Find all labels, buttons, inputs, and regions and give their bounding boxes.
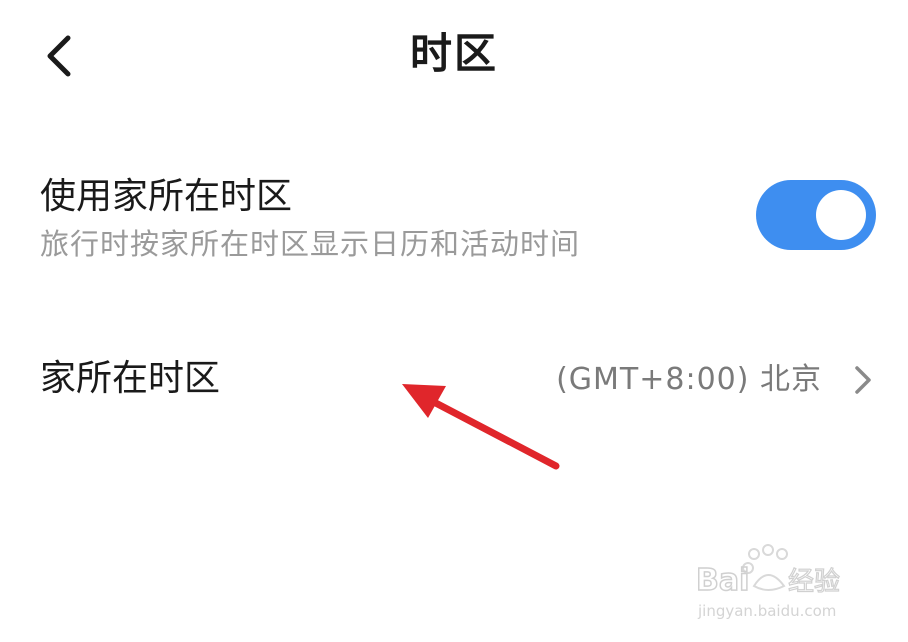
timezone-settings-page: 时区 使用家所在时区 旅行时按家所在时区显示日历和活动时间 家所在时区 (GMT…	[0, 0, 908, 642]
home-timezone-title: 家所在时区	[40, 358, 221, 399]
watermark-url: jingyan.baidu.com	[697, 602, 836, 620]
use-home-timezone-title: 使用家所在时区	[40, 176, 293, 217]
use-home-timezone-row: 使用家所在时区 旅行时按家所在时区显示日历和活动时间	[40, 170, 880, 270]
page-title: 时区	[409, 29, 498, 78]
svg-text:经验: 经验	[788, 567, 840, 597]
use-home-timezone-subtitle: 旅行时按家所在时区显示日历和活动时间	[40, 227, 581, 261]
toggle-knob	[816, 190, 866, 240]
svg-text:Bai: Bai	[696, 563, 749, 598]
home-timezone-row[interactable]: 家所在时区 (GMT+8:00) 北京	[40, 350, 880, 410]
baidu-jingyan-watermark: Bai 经验 jingyan.baidu.com	[695, 544, 841, 620]
home-timezone-value: (GMT+8:00) 北京	[556, 362, 822, 397]
chevron-right-icon	[855, 366, 871, 394]
use-home-timezone-toggle[interactable]	[756, 180, 876, 250]
